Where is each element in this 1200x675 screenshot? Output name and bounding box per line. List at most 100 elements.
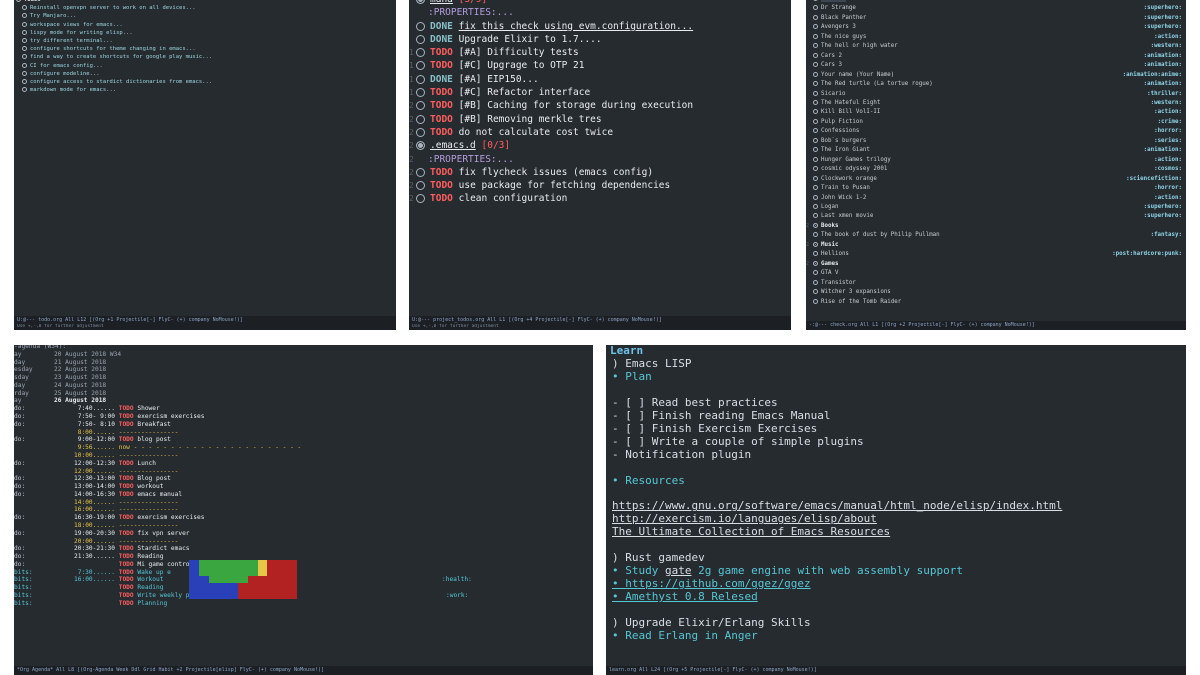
bullet-icon[interactable] [813, 222, 818, 228]
bullet-icon[interactable] [813, 260, 818, 266]
bullet-icon[interactable] [416, 101, 425, 111]
org-line[interactable]: • Resources [606, 475, 1186, 488]
bullet-icon[interactable] [813, 137, 818, 143]
org-line[interactable]: DONE Upgrade Elixir to 1.7.... [409, 33, 791, 46]
bullet-icon[interactable] [813, 194, 818, 200]
list-item[interactable]: Confessions:horror: [806, 127, 1186, 136]
list-item[interactable]: Train to Pusan:horror: [806, 184, 1186, 193]
bullet-icon[interactable] [813, 175, 818, 181]
agenda-entry[interactable]: do: 12:00-12:30 TODO Lunch [14, 460, 593, 468]
bullet-icon[interactable] [813, 0, 818, 1]
bullet-icon[interactable] [813, 289, 818, 295]
bullet-icon[interactable] [813, 298, 818, 304]
agenda-day[interactable]: sday 23 August 2018 [14, 374, 593, 382]
bullet-icon[interactable] [416, 141, 425, 151]
list-item[interactable]: Your name (Your Name):animation:anime: [806, 71, 1186, 80]
habit-entry[interactable]: bits: 7:30...... TODO Wake up e [14, 569, 593, 577]
org-line[interactable]: - [ ] Write a couple of simple plugins [606, 436, 1186, 449]
bullet-icon[interactable] [22, 70, 27, 76]
bullet-icon[interactable] [813, 270, 818, 276]
bullet-icon[interactable] [22, 87, 27, 93]
org-line[interactable]: 2 .emacs.d [0/3] [409, 139, 791, 152]
bullet-icon[interactable] [813, 128, 818, 134]
org-line[interactable]: 1 DONE [#A] EIP150... [409, 73, 791, 86]
agenda-day[interactable]: ay 20 August 2018 W34 [14, 351, 593, 359]
list-item[interactable]: Avengers 3:superhero: [806, 23, 1186, 32]
bullet-icon[interactable] [416, 48, 425, 58]
project-todos-buffer[interactable]: mana [3/9]:PROPERTIES:...DONE fix this c… [409, 0, 791, 316]
list-item[interactable]: cosmic odyssey 2001:cosmos: [806, 165, 1186, 174]
org-line[interactable]: 2 TODO clean configuration [409, 192, 791, 205]
agenda-day[interactable]: rday 25 August 2018 [14, 390, 593, 398]
todo-item[interactable]: configure access to stardict dictionarie… [14, 78, 396, 86]
bullet-icon[interactable] [813, 5, 818, 11]
outline-heading[interactable]: 2 Books [806, 222, 1186, 231]
agenda-entry[interactable]: do: 12:30-13:00 TODO Blog post [14, 475, 593, 483]
org-line[interactable] [606, 384, 1186, 397]
agenda-entry[interactable]: do: 7:50- 9:00 TODO exercism exercises [14, 413, 593, 421]
bullet-icon[interactable] [813, 43, 818, 49]
check-org-buffer[interactable]: MoviesDr Strange:superhero:Black Panther… [806, 0, 1186, 316]
org-line[interactable]: - [ ] Finish reading Emacs Manual [606, 410, 1186, 423]
bullet-icon[interactable] [416, 61, 425, 71]
list-item[interactable]: The book of dust by Philip Pullman:fanta… [806, 231, 1186, 240]
bullet-icon[interactable] [22, 62, 27, 68]
bullet-icon[interactable] [416, 127, 425, 137]
todo-item[interactable]: find a way to create shortcuts for googl… [14, 53, 396, 61]
bullet-icon[interactable] [813, 24, 818, 30]
todo-item[interactable]: workspace views for emacs... [14, 21, 396, 29]
todo-item[interactable]: lispy mode for writing elisp... [14, 29, 396, 37]
habit-entry[interactable]: bits: TODO Write weekly post:work: [14, 592, 593, 600]
bullet-icon[interactable] [416, 181, 425, 191]
link[interactable]: https://www.gnu.org/software/emacs/manua… [612, 500, 1062, 512]
todo-item[interactable]: CI for emacs config... [14, 62, 396, 70]
org-line[interactable]: ) Emacs LISP [606, 358, 1186, 371]
bullet-icon[interactable] [813, 33, 818, 39]
todo-item[interactable]: try different terminal... [14, 37, 396, 45]
todo-item[interactable]: configure shortcuts for theme changing i… [14, 45, 396, 53]
learn-org-buffer[interactable]: Learn) Emacs LISP • Plan - [ ] Read best … [606, 345, 1186, 661]
org-line[interactable]: • Plan [606, 371, 1186, 384]
bullet-icon[interactable] [813, 166, 818, 172]
link[interactable]: http://exercism.io/languages/elisp/about [612, 513, 877, 525]
org-line[interactable]: - [ ] Finish Exercism Exercises [606, 423, 1186, 436]
bullet-icon[interactable] [813, 81, 818, 87]
list-item[interactable]: Witcher 3 expansions [806, 288, 1186, 297]
list-item[interactable]: Rise of the Tomb Raider [806, 298, 1186, 307]
org-line[interactable]: Learn [606, 345, 1186, 358]
bullet-icon[interactable] [813, 52, 818, 58]
bullet-icon[interactable] [22, 13, 27, 19]
list-item[interactable]: Pulp Fiction:crime: [806, 118, 1186, 127]
agenda-entry[interactable]: do: 20:30-21:30 TODO Stardict emacs [14, 545, 593, 553]
org-line[interactable]: 2 TODO [#B] Caching for storage during ex… [409, 99, 791, 112]
bullet-icon[interactable] [813, 99, 818, 105]
bullet-icon[interactable] [813, 109, 818, 115]
list-item[interactable]: Hunger Games trilogy:action: [806, 156, 1186, 165]
list-item[interactable]: The hell or high water:western: [806, 42, 1186, 51]
agenda-entry[interactable]: do: 7:40...... TODO Shower [14, 405, 593, 413]
org-line[interactable] [606, 487, 1186, 500]
link[interactable]: gate [665, 565, 692, 577]
list-item[interactable]: Cars 2:animation: [806, 52, 1186, 61]
agenda-day[interactable]: day 24 August 2018 [14, 382, 593, 390]
org-line[interactable]: • https://github.com/ggez/ggez [606, 578, 1186, 591]
link[interactable]: The Ultimate Collection of Emacs Resourc… [612, 526, 890, 538]
org-line[interactable]: • Study gate 2g game engine with web ass… [606, 565, 1186, 578]
org-line[interactable]: • Amethyst 0.8 Relesed [606, 591, 1186, 604]
org-line[interactable]: https://www.gnu.org/software/emacs/manua… [606, 500, 1186, 513]
list-item[interactable]: The nice guys:action: [806, 33, 1186, 42]
bullet-icon[interactable] [813, 203, 818, 209]
org-line[interactable]: ) Upgrade Elixir/Erlang Skills [606, 617, 1186, 630]
todo-item[interactable]: Reinstall openvpn server to work on all … [14, 4, 396, 12]
bullet-icon[interactable] [22, 46, 27, 52]
org-line[interactable]: 1 TODO [#A] Difficulty tests [409, 46, 791, 59]
todo-item[interactable]: markdown mode for emacs... [14, 86, 396, 94]
bullet-icon[interactable] [813, 232, 818, 238]
bullet-icon[interactable] [416, 34, 425, 44]
agenda-entry[interactable]: do: 9:00-12:00 TODO blog post [14, 436, 593, 444]
org-line[interactable]: ) Rust gamedev [606, 552, 1186, 565]
org-line-text[interactable]: • Amethyst 0.8 Relesed [612, 591, 758, 603]
bullet-icon[interactable] [22, 79, 27, 85]
agenda-entry[interactable]: 14:00...... ---------------- [14, 499, 593, 507]
list-item[interactable]: The Red turtle (La tortue rogue):animati… [806, 80, 1186, 89]
